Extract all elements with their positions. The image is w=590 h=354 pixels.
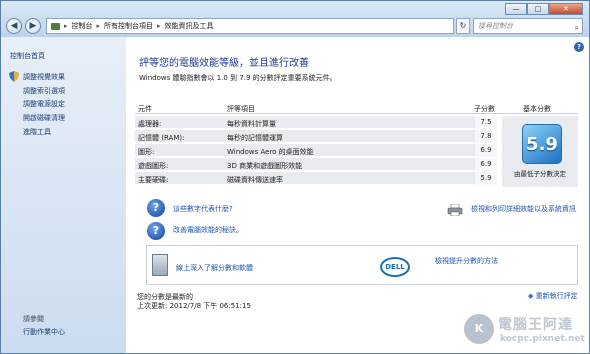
caption-buttons: — □ ✕ [505, 3, 583, 15]
table-row: 主要硬碟: 磁碟資料傳送速率 5.9 [135, 172, 497, 185]
header-base: 基本分數 [523, 105, 551, 113]
page-title: 評等您的電腦效能等級，並且進行改善 [139, 58, 309, 69]
table-row: 處理器: 每秒資料計算量 7.5 [135, 116, 497, 129]
row-item: 每秒資料計算量 [227, 120, 276, 128]
rerun-label: 重新執行評定 [535, 292, 578, 300]
improve-tips-link[interactable]: 改善電腦效能的秘訣。 [173, 225, 243, 235]
software-panel: 線上深入了解分數和軟體 DELL 檢視提升分數的方法 [146, 245, 578, 285]
chevron-right-icon: ▸ [64, 22, 68, 30]
base-score-caption: 由最低子分數決定 [514, 170, 566, 178]
what-numbers-link[interactable]: 這些數字代表什麼? [173, 204, 233, 214]
sidebar-item-disk-cleanup[interactable]: 開啟磁碟清理 [23, 113, 65, 123]
search-placeholder: 搜尋控制台 [478, 22, 513, 30]
table-row: 遊戲圖形: 3D 商業和遊戲圖形效能 6.9 [135, 158, 497, 171]
row-item: 3D 商業和遊戲圖形效能 [227, 162, 303, 170]
table-row: 圖形: Windows Aero 的桌面效能 6.9 [135, 144, 497, 157]
minimize-button[interactable]: — [505, 3, 527, 15]
header-item: 評等項目 [227, 105, 255, 113]
row-score: 6.9 [475, 144, 497, 157]
refresh-icon[interactable]: ↻ [456, 18, 470, 34]
shield-icon: ◆ [528, 292, 534, 300]
question-icon: ? [147, 199, 165, 217]
row-component: 遊戲圖形: [138, 162, 169, 170]
forward-button[interactable]: ▶ [25, 18, 41, 34]
sidebar-item-visual-effects[interactable]: 調整視覺效果 [23, 72, 65, 82]
sidebar-home-link[interactable]: 控制台首頁 [10, 51, 45, 61]
main-content: ? 評等您的電腦效能等級，並且進行改善 Windows 體驗指數會以 1.0 到… [126, 37, 589, 353]
sidebar: 控制台首頁 調整視覺效果 調整索引選項 調整電源設定 開啟磁碟清理 進階工具 請… [1, 37, 126, 353]
address-bar[interactable]: ▸ 控制台 ▸ 所有控制台項目 ▸ 效能資訊及工具 [46, 18, 454, 34]
print-details-link[interactable]: 檢視和列印詳細效能以及系統資訊 [471, 204, 576, 214]
sidebar-item-power[interactable]: 調整電源設定 [23, 99, 65, 109]
row-item: 磁碟資料傳送速率 [227, 176, 283, 184]
table-header: 元件 評等項目 子分數 基本分數 [135, 102, 578, 114]
watermark-logo: K [464, 314, 494, 344]
breadcrumb-performance[interactable]: 效能資訊及工具 [165, 21, 214, 31]
base-score-badge: 5.9 [522, 124, 562, 164]
row-item: Windows Aero 的桌面效能 [227, 148, 314, 156]
computer-icon [152, 254, 168, 276]
help-icon[interactable]: ? [574, 42, 584, 52]
breadcrumb-all-items[interactable]: 所有控制台項目 [104, 21, 153, 31]
sidebar-item-advanced-tools[interactable]: 進階工具 [23, 127, 51, 137]
search-input[interactable]: 搜尋控制台 ⌕ [473, 18, 583, 34]
chevron-right-icon: ▸ [96, 22, 101, 30]
maximize-button[interactable]: □ [527, 3, 549, 15]
row-component: 主要硬碟: [138, 176, 169, 184]
last-updated: 上次更新: 2012/7/8 下午 06:51:15 [137, 302, 251, 310]
dell-logo-icon: DELL [380, 257, 410, 277]
learn-more-link[interactable]: 線上深入了解分數和軟體 [176, 263, 253, 273]
window: — □ ✕ ◀ ▶ ▸ 控制台 ▸ 所有控制台項目 ▸ 效能資訊及工具 ↻ 搜尋… [0, 0, 590, 354]
watermark: K 電腦王阿達 kocpc.pixnet.net [464, 312, 589, 350]
shield-icon [9, 71, 19, 82]
row-component: 處理器: [138, 120, 162, 128]
sidebar-item-indexing[interactable]: 調整索引選項 [23, 86, 65, 96]
table-row: 記憶體 (RAM): 每秒的記憶體運算 7.8 [135, 130, 497, 143]
back-button[interactable]: ◀ [6, 18, 22, 34]
row-score: 7.8 [475, 130, 497, 143]
see-also-heading: 請參閱 [23, 315, 44, 323]
how-improve-link[interactable]: 檢視提升分數的方法 [435, 256, 498, 266]
watermark-url: kocpc.pixnet.net [500, 334, 585, 344]
row-score: 7.5 [475, 116, 497, 129]
row-component: 記憶體 (RAM): [138, 134, 185, 142]
title-bar: — □ ✕ ◀ ▶ ▸ 控制台 ▸ 所有控制台項目 ▸ 效能資訊及工具 ↻ 搜尋… [1, 1, 589, 37]
rerun-assessment-link[interactable]: ◆ 重新執行評定 [528, 291, 578, 301]
row-score: 6.9 [475, 158, 497, 171]
watermark-title: 電腦王阿達 [498, 317, 573, 333]
page-subtitle: Windows 體驗指數會以 1.0 到 7.9 的分數評定重要系統元件。 [139, 74, 337, 82]
control-panel-icon [51, 22, 60, 30]
row-score: 5.9 [475, 172, 497, 185]
breadcrumb-control-panel[interactable]: 控制台 [72, 21, 93, 31]
row-item: 每秒的記憶體運算 [227, 134, 283, 142]
chevron-right-icon: ▸ [157, 22, 161, 30]
sidebar-item-action-center[interactable]: 行動作業中心 [23, 327, 65, 337]
search-icon[interactable]: ⌕ [575, 21, 579, 35]
close-button[interactable]: ✕ [549, 3, 583, 15]
row-component: 圖形: [138, 148, 155, 156]
printer-icon [447, 204, 463, 216]
header-subscore: 子分數 [474, 105, 495, 113]
question-icon: ? [147, 222, 165, 240]
header-component: 元件 [138, 105, 152, 113]
base-score-box: 5.9 由最低子分數決定 [502, 116, 578, 187]
